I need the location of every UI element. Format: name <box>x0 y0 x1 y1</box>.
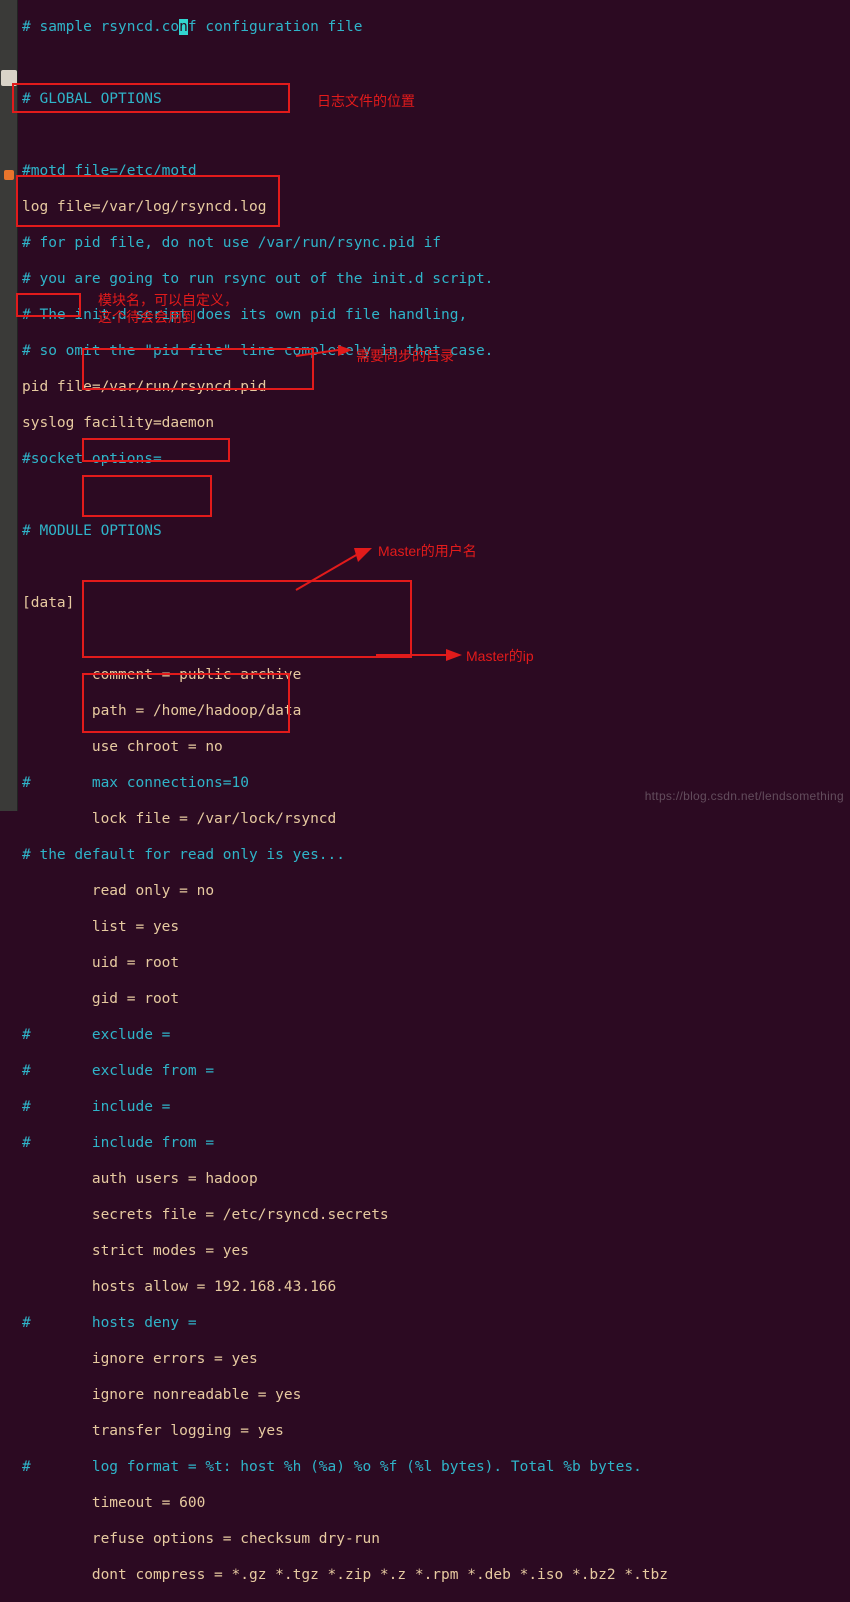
code-line: auth users = hadoop <box>22 1170 850 1188</box>
code-line: # you are going to run rsync out of the … <box>22 270 850 288</box>
code-line: # for pid file, do not use /var/run/rsyn… <box>22 234 850 252</box>
code-line <box>22 486 850 504</box>
code-line: path = /home/hadoop/data <box>22 702 850 720</box>
code-line <box>22 126 850 144</box>
code-line: timeout = 600 <box>22 1494 850 1512</box>
code-line: # log format = %t: host %h (%a) %o %f (%… <box>22 1458 850 1476</box>
code-line: # include = <box>22 1098 850 1116</box>
code-line: # sample rsyncd.conf configuration file <box>22 18 850 36</box>
code-line: refuse options = checksum dry-run <box>22 1530 850 1548</box>
code-line: # exclude = <box>22 1026 850 1044</box>
code-line: #socket options= <box>22 450 850 468</box>
code-line <box>22 558 850 576</box>
code-line: pid file=/var/run/rsyncd.pid <box>22 378 850 396</box>
code-line: syslog facility=daemon <box>22 414 850 432</box>
code-line: ignore errors = yes <box>22 1350 850 1368</box>
code-line: use chroot = no <box>22 738 850 756</box>
code-line: [data] <box>22 594 850 612</box>
code-line: comment = public archive <box>22 666 850 684</box>
code-line: # include from = <box>22 1134 850 1152</box>
code-line: dont compress = *.gz *.tgz *.zip *.z *.r… <box>22 1566 850 1584</box>
launcher-app-icon[interactable] <box>1 70 17 86</box>
code-line: # The init.d script does its own pid fil… <box>22 306 850 324</box>
code-line: # GLOBAL OPTIONS <box>22 90 850 108</box>
code-line: secrets file = /etc/rsyncd.secrets <box>22 1206 850 1224</box>
watermark: https://blog.csdn.net/lendsomething <box>645 787 844 805</box>
code-line: hosts allow = 192.168.43.166 <box>22 1278 850 1296</box>
text-cursor: n <box>179 19 188 35</box>
terminal-editor[interactable]: # sample rsyncd.conf configuration file … <box>20 0 850 811</box>
code-line: gid = root <box>22 990 850 1008</box>
code-line: uid = root <box>22 954 850 972</box>
code-line: lock file = /var/lock/rsyncd <box>22 810 850 828</box>
launcher-strip <box>0 0 18 811</box>
code-line: #motd file=/etc/motd <box>22 162 850 180</box>
code-line: # so omit the "pid file" line completely… <box>22 342 850 360</box>
code-line: read only = no <box>22 882 850 900</box>
code-line <box>22 630 850 648</box>
code-line: list = yes <box>22 918 850 936</box>
code-line: log file=/var/log/rsyncd.log <box>22 198 850 216</box>
code-line: # MODULE OPTIONS <box>22 522 850 540</box>
launcher-indicator <box>4 170 14 180</box>
code-line: # the default for read only is yes... <box>22 846 850 864</box>
code-line: # exclude from = <box>22 1062 850 1080</box>
code-line: strict modes = yes <box>22 1242 850 1260</box>
code-line: transfer logging = yes <box>22 1422 850 1440</box>
code-line: ignore nonreadable = yes <box>22 1386 850 1404</box>
code-line <box>22 54 850 72</box>
code-line: # hosts deny = <box>22 1314 850 1332</box>
